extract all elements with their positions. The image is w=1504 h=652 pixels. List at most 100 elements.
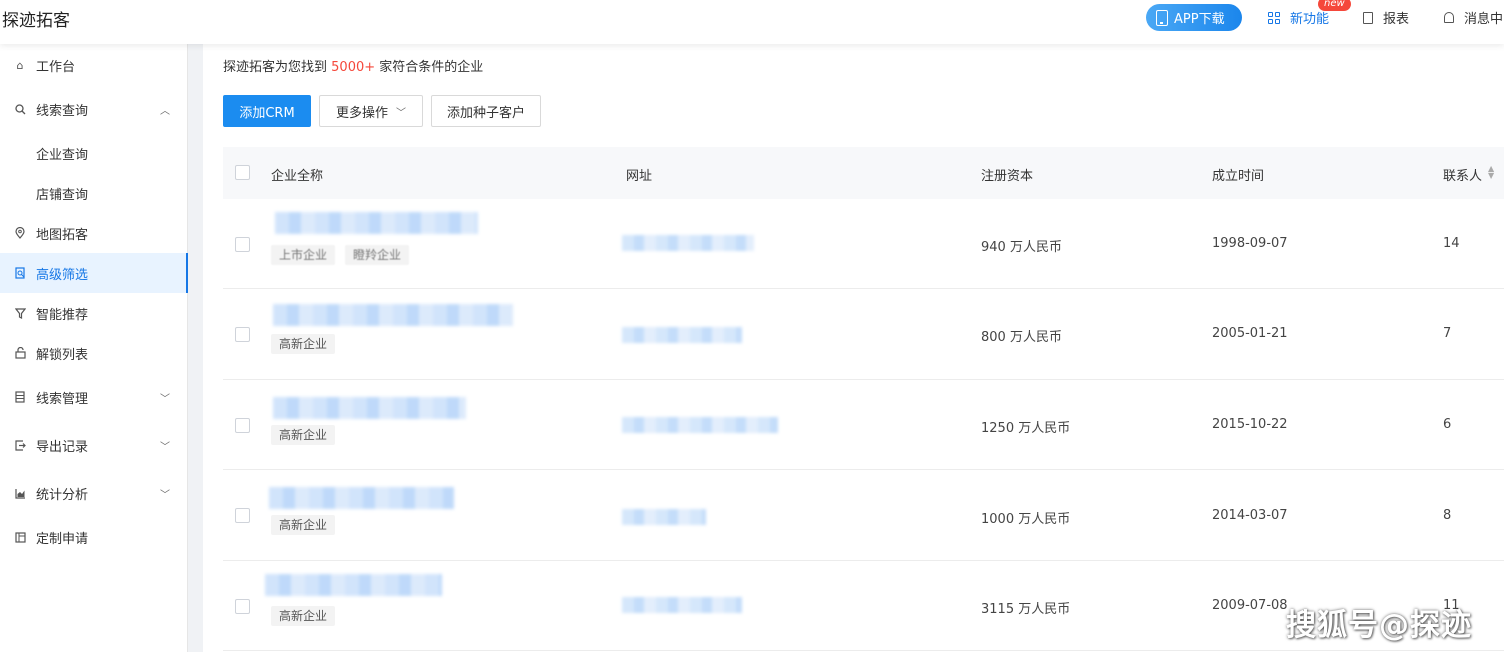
select-all-checkbox[interactable] [235,165,250,180]
website-redacted[interactable] [622,235,754,251]
chevron-down-icon: ﹀ [160,393,170,405]
website-redacted[interactable] [622,327,742,343]
column-header-capital[interactable]: 注册资本 [981,165,1033,184]
sidebar-item-label: 统计分析 [36,487,89,503]
registered-capital: 1000 万人民币 [981,512,1071,527]
layout-icon [14,531,26,543]
company-name-redacted[interactable] [265,574,442,596]
phone-icon [1156,9,1168,26]
top-header: 探迹拓客 APP下载 新功能 new 报表 消息中 [0,0,1504,44]
map-pin-icon [14,227,26,239]
sidebar-item-company-search[interactable]: 企业查询 [0,133,188,173]
bell-icon [1444,12,1454,23]
add-seed-customer-button[interactable]: 添加种子客户 [431,95,541,127]
table-header: 企业全称 网址 注册资本 成立时间 联系人 [223,147,1504,199]
registered-capital: 940 万人民币 [981,240,1062,255]
table-row[interactable]: 高新企业 1000 万人民币 2014-03-07 8 [223,471,1504,561]
company-tag: 上市企业 [271,245,336,265]
row-checkbox[interactable] [235,508,250,523]
company-tag: 高新企业 [271,606,336,626]
result-summary: 探迹拓客为您找到 5000+ 家符合条件的企业 [223,56,483,75]
row-checkbox[interactable] [235,418,250,433]
sidebar-item-lead-management[interactable]: 线索管理 ﹀ [0,377,188,417]
table-row[interactable]: 高新企业 1250 万人民币 2015-10-22 6 [223,380,1504,470]
app-download-button[interactable]: APP下载 [1146,4,1242,31]
company-name-redacted[interactable] [269,487,454,509]
export-icon [14,439,26,451]
new-badge: new [1318,0,1351,11]
sidebar-item-smart-recommend[interactable]: 智能推荐 [0,293,188,333]
more-actions-label: 更多操作 [335,105,388,121]
sidebar-item-custom-request[interactable]: 定制申请 [0,517,188,557]
messages-label: 消息中 [1464,12,1504,27]
sidebar-item-label: 定制申请 [36,531,89,547]
registered-capital: 3115 万人民币 [981,602,1071,617]
home-icon: ⌂ [16,58,24,72]
column-header-company[interactable]: 企业全称 [271,165,323,184]
list-icon [14,391,26,403]
chevron-down-icon: ﹀ [160,489,170,501]
contact-count[interactable]: 6 [1443,417,1451,432]
grid-icon [1268,11,1280,24]
messages-link[interactable]: 消息中 [1444,8,1503,27]
new-feature-link[interactable]: 新功能 [1268,8,1329,27]
document-icon [1363,11,1373,24]
report-link[interactable]: 报表 [1363,8,1409,27]
sidebar-item-label: 工作台 [36,59,76,75]
table-row[interactable]: 上市企业 瞪羚企业 940 万人民币 1998-09-07 14 [223,199,1504,289]
sidebar-item-workbench[interactable]: ⌂ 工作台 [0,45,188,85]
sidebar-item-export-records[interactable]: 导出记录 ﹀ [0,425,188,465]
summary-prefix: 探迹拓客为您找到 [223,60,328,75]
sidebar-gutter [188,44,203,652]
sort-icon[interactable]: ▲ ▼ [1488,165,1494,180]
sidebar-item-statistics[interactable]: 统计分析 ﹀ [0,473,188,513]
chevron-down-icon: ﹀ [396,107,406,119]
sidebar-item-label: 店铺查询 [36,187,89,203]
website-redacted[interactable] [622,597,742,613]
add-crm-button[interactable]: 添加CRM [223,95,311,127]
website-redacted[interactable] [622,509,706,525]
sidebar-item-label: 线索查询 [36,103,89,119]
funnel-icon [14,307,26,319]
founded-date: 1998-09-07 [1212,236,1288,251]
advanced-filter-icon [14,267,26,279]
table-row[interactable]: 高新企业 800 万人民币 2005-01-21 7 [223,290,1504,380]
sidebar-item-lead-search[interactable]: 线索查询 ︿ [0,89,188,129]
sidebar-item-store-search[interactable]: 店铺查询 [0,173,188,213]
column-header-contacts[interactable]: 联系人 [1443,165,1482,184]
chevron-up-icon: ︿ [160,105,170,117]
sidebar-item-label: 地图拓客 [36,227,89,243]
sidebar-item-unlock-list[interactable]: 解锁列表 [0,333,188,373]
founded-date: 2015-10-22 [1212,417,1288,432]
row-checkbox[interactable] [235,237,250,252]
sidebar-item-advanced-filter[interactable]: 高级筛选 [0,253,188,293]
app-logo[interactable]: 探迹拓客 [2,6,70,31]
watermark: 搜狐号@探迹 [1286,608,1472,643]
contact-count[interactable]: 8 [1443,508,1451,523]
contact-count[interactable]: 7 [1443,326,1451,341]
row-checkbox[interactable] [235,327,250,342]
company-name-redacted[interactable] [273,304,513,326]
chart-icon [14,487,26,499]
report-label: 报表 [1383,12,1410,27]
website-redacted[interactable] [622,417,778,433]
column-header-website[interactable]: 网址 [626,165,652,184]
app-download-label: APP下载 [1174,12,1225,27]
founded-date: 2014-03-07 [1212,508,1288,523]
column-header-founded[interactable]: 成立时间 [1212,165,1264,184]
sidebar-item-map-prospect[interactable]: 地图拓客 [0,213,188,253]
company-name-redacted[interactable] [275,212,478,234]
company-tag: 高新企业 [271,425,336,445]
sidebar-item-label: 企业查询 [36,147,89,163]
company-tag: 瞪羚企业 [345,245,410,265]
registered-capital: 1250 万人民币 [981,421,1071,436]
sidebar-item-label: 解锁列表 [36,347,89,363]
unlock-icon [14,347,26,359]
contact-count[interactable]: 14 [1443,236,1460,251]
summary-suffix: 家符合条件的企业 [379,60,484,75]
company-name-redacted[interactable] [273,397,466,419]
search-icon [14,103,26,115]
founded-date: 2005-01-21 [1212,326,1288,341]
row-checkbox[interactable] [235,599,250,614]
more-actions-button[interactable]: 更多操作 ﹀ [319,95,423,127]
